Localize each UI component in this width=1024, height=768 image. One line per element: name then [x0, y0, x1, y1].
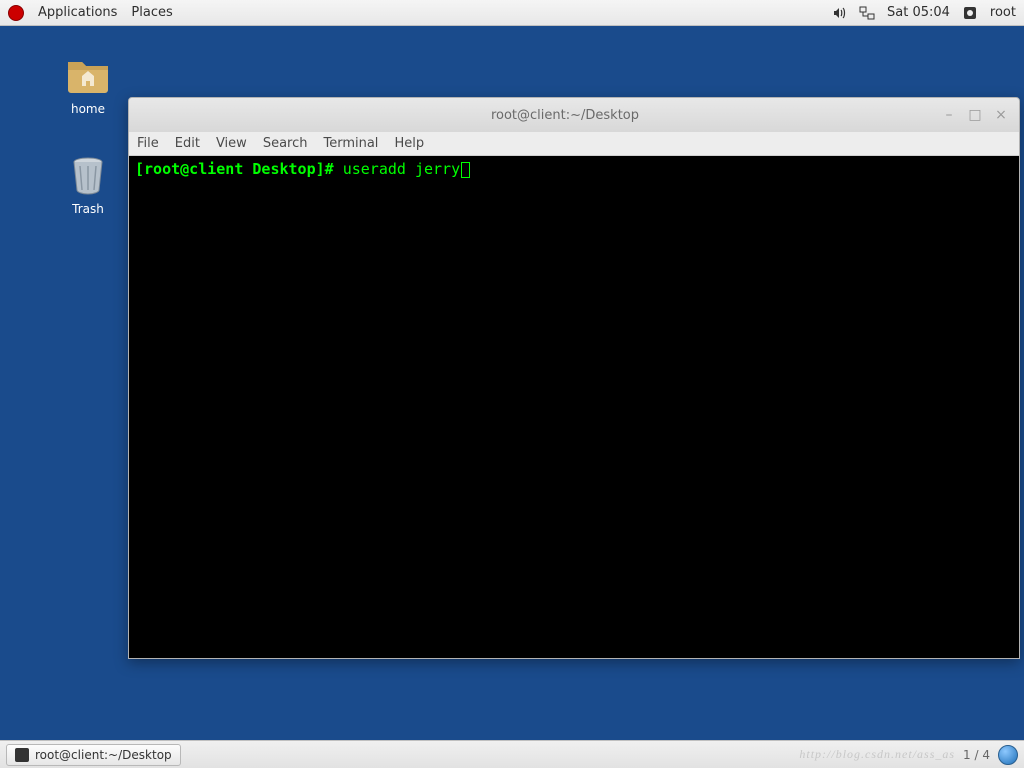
desktop-icon-label: home	[52, 102, 124, 116]
trash-icon	[64, 150, 112, 198]
menu-view[interactable]: View	[216, 136, 247, 151]
user-menu[interactable]: root	[990, 5, 1016, 20]
terminal-window: root@client:~/Desktop – □ × File Edit Vi…	[128, 97, 1020, 659]
maximize-button[interactable]: □	[967, 107, 983, 123]
close-button[interactable]: ×	[993, 107, 1009, 123]
applications-menu[interactable]: Applications	[38, 5, 117, 20]
taskbar-item-terminal[interactable]: root@client:~/Desktop	[6, 744, 181, 766]
workspace-switcher-icon[interactable]	[998, 745, 1018, 765]
volume-icon[interactable]	[831, 5, 847, 21]
terminal-menubar: File Edit View Search Terminal Help	[129, 132, 1019, 156]
menu-help[interactable]: Help	[394, 136, 424, 151]
desktop-icon-trash[interactable]: Trash	[52, 150, 124, 216]
terminal-prompt: [root@client Desktop]#	[135, 160, 343, 178]
desktop-icon-label: Trash	[52, 202, 124, 216]
terminal-taskbar-icon	[15, 748, 29, 762]
terminal-command: useradd jerry	[343, 160, 460, 178]
clock[interactable]: Sat 05:04	[887, 5, 950, 20]
top-panel: Applications Places Sat 05:04 root	[0, 0, 1024, 26]
menu-edit[interactable]: Edit	[175, 136, 200, 151]
distro-logo-icon	[8, 5, 24, 21]
menu-search[interactable]: Search	[263, 136, 308, 151]
watermark-text: http://blog.csdn.net/ass_as	[799, 747, 955, 762]
places-menu[interactable]: Places	[131, 5, 172, 20]
terminal-body[interactable]: [root@client Desktop]# useradd jerry	[129, 156, 1019, 658]
menu-file[interactable]: File	[137, 136, 159, 151]
minimize-button[interactable]: –	[941, 107, 957, 123]
window-title: root@client:~/Desktop	[189, 108, 941, 123]
taskbar-item-label: root@client:~/Desktop	[35, 748, 172, 762]
desktop-icon-home[interactable]: home	[52, 50, 124, 116]
bottom-panel: root@client:~/Desktop http://blog.csdn.n…	[0, 740, 1024, 768]
terminal-cursor	[461, 162, 470, 178]
window-titlebar[interactable]: root@client:~/Desktop – □ ×	[129, 98, 1019, 132]
network-icon[interactable]	[859, 5, 875, 21]
menu-terminal[interactable]: Terminal	[323, 136, 378, 151]
folder-home-icon	[64, 50, 112, 98]
page-indicator: 1 / 4	[963, 748, 990, 762]
power-icon[interactable]	[962, 5, 978, 21]
